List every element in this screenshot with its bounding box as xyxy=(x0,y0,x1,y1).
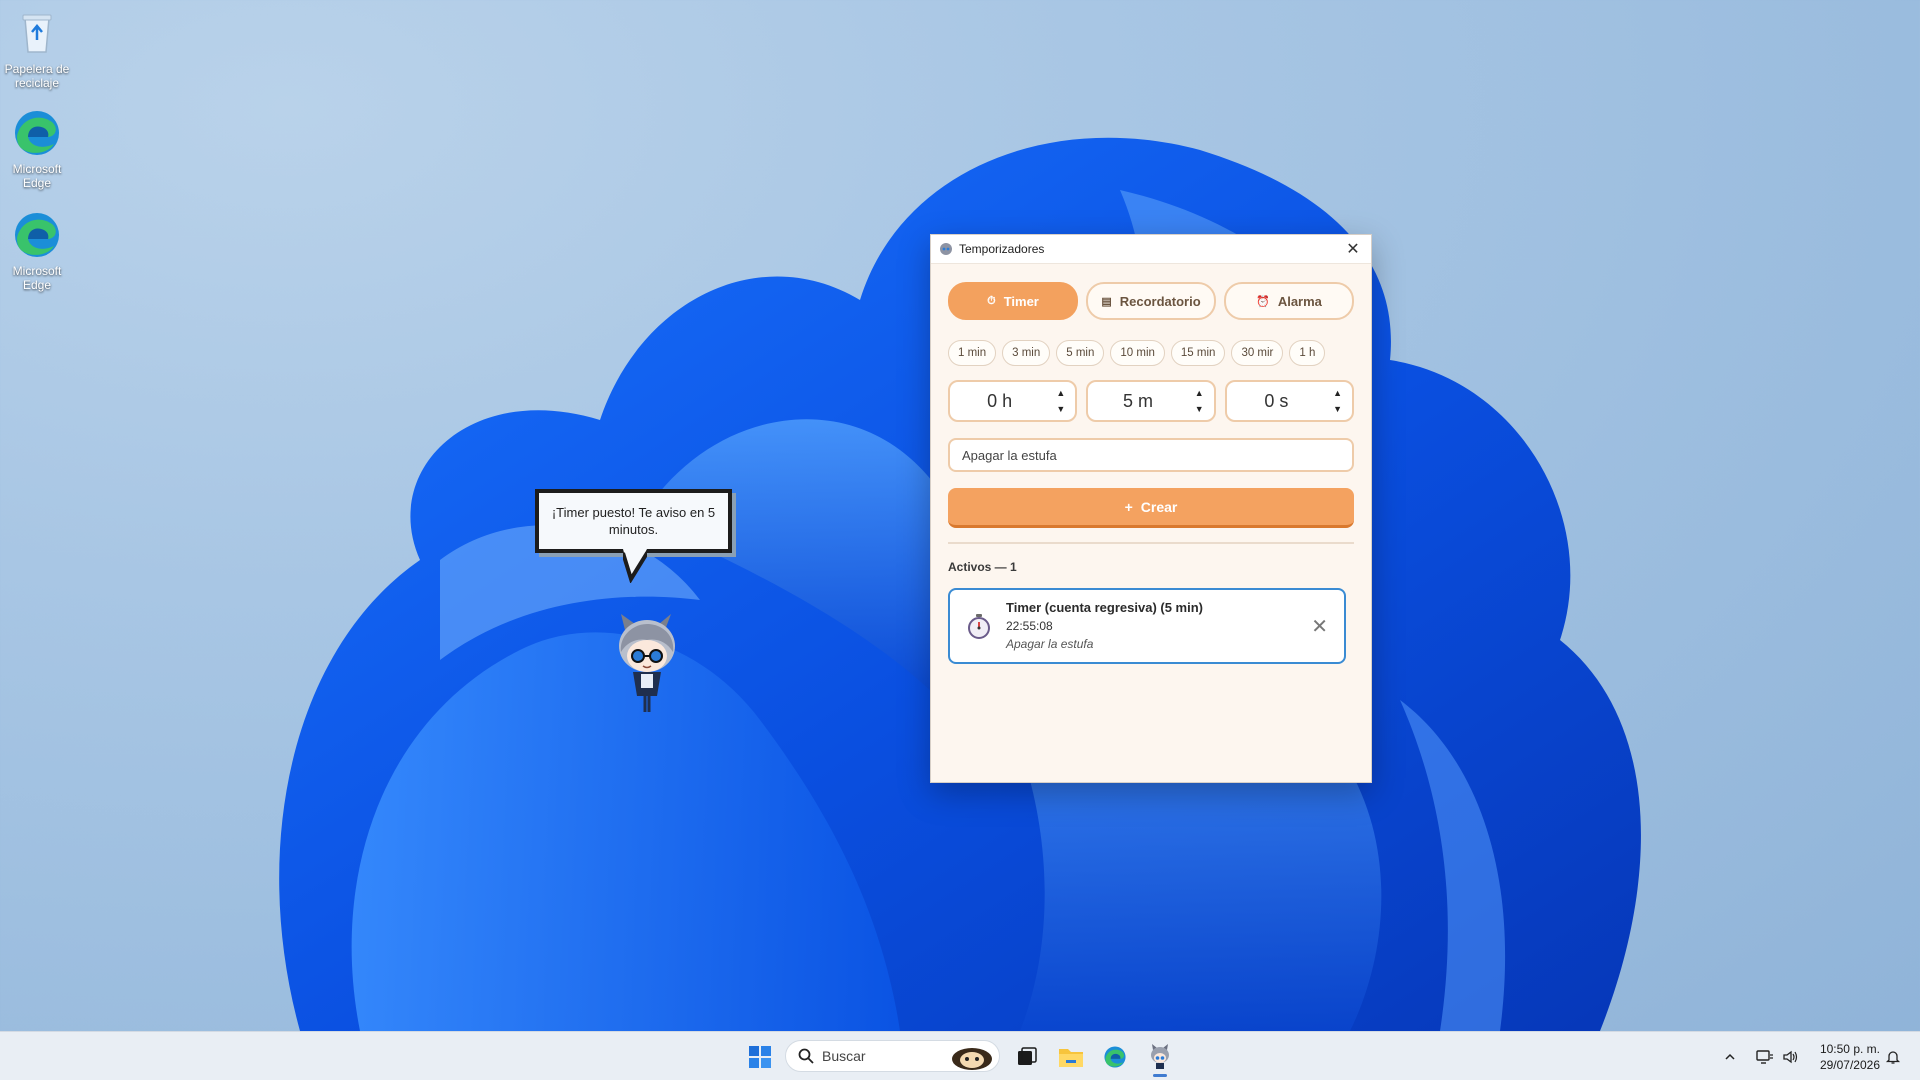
preset-1-min[interactable]: 1 min xyxy=(948,340,997,366)
timer-note: Apagar la estufa xyxy=(1006,637,1094,651)
desktop-icon-label: Microsoft Edge xyxy=(12,264,62,292)
edge-icon xyxy=(12,210,62,260)
task-view-icon xyxy=(1018,1047,1037,1065)
edge-icon xyxy=(1104,1046,1126,1068)
preset-3-min[interactable]: 3 min xyxy=(1002,340,1051,366)
delete-timer-button[interactable]: ✕ xyxy=(1311,614,1328,639)
hours-up-icon[interactable]: ▲ xyxy=(1056,386,1065,400)
seconds-spinner[interactable]: 0 s ▲ ▼ xyxy=(1224,380,1354,422)
tab-label: Alarma xyxy=(1277,293,1322,309)
close-icon: ✕ xyxy=(1346,241,1360,258)
desktop-icon-label: Papelera de reciclaje xyxy=(4,62,70,90)
tab-reminder[interactable]: ▤ Recordatorio xyxy=(1086,282,1216,320)
volume-button[interactable] xyxy=(1782,1032,1800,1080)
note-input[interactable] xyxy=(948,438,1354,472)
hours-spinner[interactable]: 0 h ▲ ▼ xyxy=(948,380,1078,422)
memo-icon: ▤ xyxy=(1101,295,1112,308)
taskbar: Buscar 10:50 p. m. 29/07/2026 xyxy=(0,1031,1920,1080)
clock-date: 29/07/2026 xyxy=(1819,1058,1880,1072)
file-explorer-button[interactable] xyxy=(1056,1042,1086,1072)
file-explorer-icon xyxy=(1059,1049,1083,1067)
active-section-header: Activos — 1 xyxy=(948,560,1017,574)
mascot-character[interactable] xyxy=(607,612,687,716)
preset-30-min[interactable]: 30 mir xyxy=(1231,340,1284,366)
chevron-up-icon xyxy=(1725,1053,1735,1060)
tab-label: Recordatorio xyxy=(1119,293,1201,309)
stopwatch-icon: ⏱ xyxy=(987,294,996,307)
tab-label: Timer xyxy=(1003,293,1039,309)
minutes-up-icon[interactable]: ▲ xyxy=(1195,386,1204,400)
seconds-down-icon[interactable]: ▼ xyxy=(1333,402,1342,416)
hours-value: 0 h xyxy=(987,390,1013,411)
search-icon xyxy=(798,1048,814,1064)
start-button[interactable] xyxy=(745,1042,775,1072)
taskbar-clock[interactable]: 10:50 p. m. 29/07/2026 xyxy=(1812,1041,1880,1073)
network-button[interactable] xyxy=(1756,1032,1774,1080)
tab-alarm[interactable]: ⏰ Alarma xyxy=(1224,282,1354,320)
bell-icon xyxy=(1885,1050,1901,1064)
close-button[interactable]: ✕ xyxy=(1343,239,1363,259)
tab-timer[interactable]: ⏱ Timer xyxy=(948,282,1078,320)
seconds-up-icon[interactable]: ▲ xyxy=(1333,386,1342,400)
divider xyxy=(948,542,1354,544)
desktop-icon-recycle-bin[interactable]: Papelera de reciclaje xyxy=(4,8,70,90)
duration-spinners: 0 h ▲ ▼ 5 m ▲ ▼ 0 s ▲ ▼ xyxy=(948,380,1354,422)
create-button-label: Crear xyxy=(1140,498,1178,515)
tray-overflow-button[interactable] xyxy=(1724,1032,1736,1080)
desktop-icon-edge-2[interactable]: Microsoft Edge xyxy=(4,210,70,292)
speech-bubble-text: ¡Timer puesto! Te aviso en 5 minutos. xyxy=(551,505,716,537)
timers-window: Temporizadores ✕ ⏱ Timer ▤ Recordatorio … xyxy=(930,234,1372,783)
minutes-value: 5 m xyxy=(1122,390,1153,411)
close-icon: ✕ xyxy=(1311,615,1328,638)
mascot-app-icon xyxy=(1151,1044,1169,1069)
preset-15-min[interactable]: 15 min xyxy=(1170,340,1226,366)
timer-name: Timer (cuenta regresiva) (5 min) xyxy=(1006,600,1203,615)
active-timer-card[interactable]: Timer (cuenta regresiva) (5 min) 22:55:0… xyxy=(948,588,1346,664)
window-titlebar[interactable]: Temporizadores ✕ xyxy=(931,235,1371,264)
alarm-clock-icon: ⏰ xyxy=(1256,295,1270,308)
desktop-icon-label: Microsoft Edge xyxy=(12,162,62,190)
preset-1-h[interactable]: 1 h xyxy=(1289,340,1326,366)
start-icon xyxy=(749,1046,771,1068)
edge-icon xyxy=(12,108,62,158)
plus-icon: + xyxy=(1124,498,1133,515)
preset-10-min[interactable]: 10 min xyxy=(1110,340,1165,366)
create-button[interactable]: + Crear xyxy=(948,488,1354,528)
recycle-bin-icon xyxy=(12,8,62,58)
minutes-spinner[interactable]: 5 m ▲ ▼ xyxy=(1086,380,1216,422)
preset-chips: 1 min 3 min 5 min 10 min 15 min 30 mir 1… xyxy=(948,340,1354,366)
network-icon xyxy=(1756,1049,1773,1064)
speech-bubble-tail xyxy=(623,549,647,583)
window-title: Temporizadores xyxy=(959,242,1045,256)
speech-bubble: ¡Timer puesto! Te aviso en 5 minutos. xyxy=(535,489,732,553)
widgets-icon xyxy=(952,1048,992,1070)
notifications-button[interactable] xyxy=(1885,1032,1901,1080)
seconds-value: 0 s xyxy=(1264,390,1289,411)
volume-icon xyxy=(1783,1050,1798,1063)
mascot-app-icon xyxy=(940,243,952,255)
mode-tabs: ⏱ Timer ▤ Recordatorio ⏰ Alarma xyxy=(948,282,1354,320)
taskbar-search[interactable]: Buscar xyxy=(785,1040,1000,1072)
edge-button[interactable] xyxy=(1100,1042,1130,1072)
running-indicator xyxy=(1153,1074,1167,1077)
stopwatch-icon xyxy=(968,614,990,639)
search-placeholder: Buscar xyxy=(822,1048,866,1064)
timer-end-time: 22:55:08 xyxy=(1006,619,1053,633)
mascot-app-button[interactable] xyxy=(1145,1042,1175,1072)
preset-5-min[interactable]: 5 min xyxy=(1056,340,1105,366)
hours-down-icon[interactable]: ▼ xyxy=(1056,402,1065,416)
minutes-down-icon[interactable]: ▼ xyxy=(1195,402,1204,416)
desktop-icon-edge-1[interactable]: Microsoft Edge xyxy=(4,108,70,190)
clock-time: 10:50 p. m. xyxy=(1819,1042,1880,1056)
task-view-button[interactable] xyxy=(1012,1042,1042,1072)
